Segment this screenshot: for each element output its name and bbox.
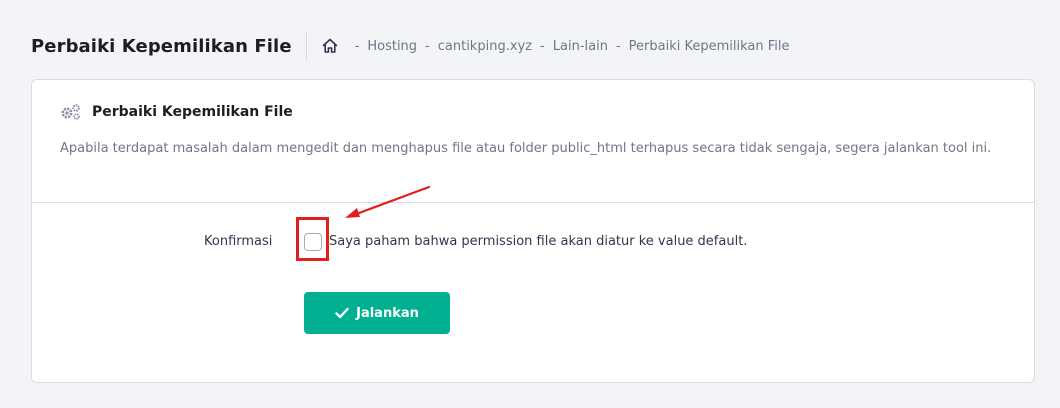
run-button-label: Jalankan [356, 305, 419, 321]
breadcrumb-separator: - [540, 38, 545, 54]
breadcrumb-item-hosting[interactable]: Hosting [367, 39, 417, 54]
home-icon[interactable] [321, 37, 339, 55]
page-header: Perbaiki Kepemilikan File - Hosting - ca… [31, 30, 789, 62]
gears-icon [60, 103, 82, 121]
breadcrumb: - Hosting - cantikping.xyz - Lain-lain -… [321, 37, 790, 55]
run-button[interactable]: Jalankan [304, 292, 450, 334]
confirmation-row: Konfirmasi Saya paham bahwa permission f… [32, 217, 1034, 261]
breadcrumb-item-other[interactable]: Lain-lain [553, 39, 608, 54]
breadcrumb-separator: - [425, 38, 430, 54]
breadcrumb-separator: - [615, 38, 621, 54]
card-title: Perbaiki Kepemilikan File [92, 104, 293, 120]
annotation-arrow [345, 185, 431, 218]
breadcrumb-item-domain[interactable]: cantikping.xyz [438, 39, 532, 54]
confirmation-label: Konfirmasi [204, 234, 273, 249]
confirmation-checkbox-text[interactable]: Saya paham bahwa permission file akan di… [329, 234, 747, 249]
breadcrumb-item-current: Perbaiki Kepemilikan File [628, 38, 790, 54]
check-icon [335, 307, 349, 319]
fix-ownership-card: Perbaiki Kepemilikan File Apabila terdap… [31, 79, 1035, 383]
card-header: Perbaiki Kepemilikan File Apabila terdap… [32, 80, 1034, 203]
annotation-highlight-box [296, 217, 329, 261]
header-divider [305, 31, 307, 61]
card-title-row: Perbaiki Kepemilikan File [60, 102, 1006, 122]
card-description: Apabila terdapat masalah dalam mengedit … [60, 141, 992, 156]
breadcrumb-separator: - [354, 38, 360, 54]
page-title: Perbaiki Kepemilikan File [31, 35, 292, 57]
